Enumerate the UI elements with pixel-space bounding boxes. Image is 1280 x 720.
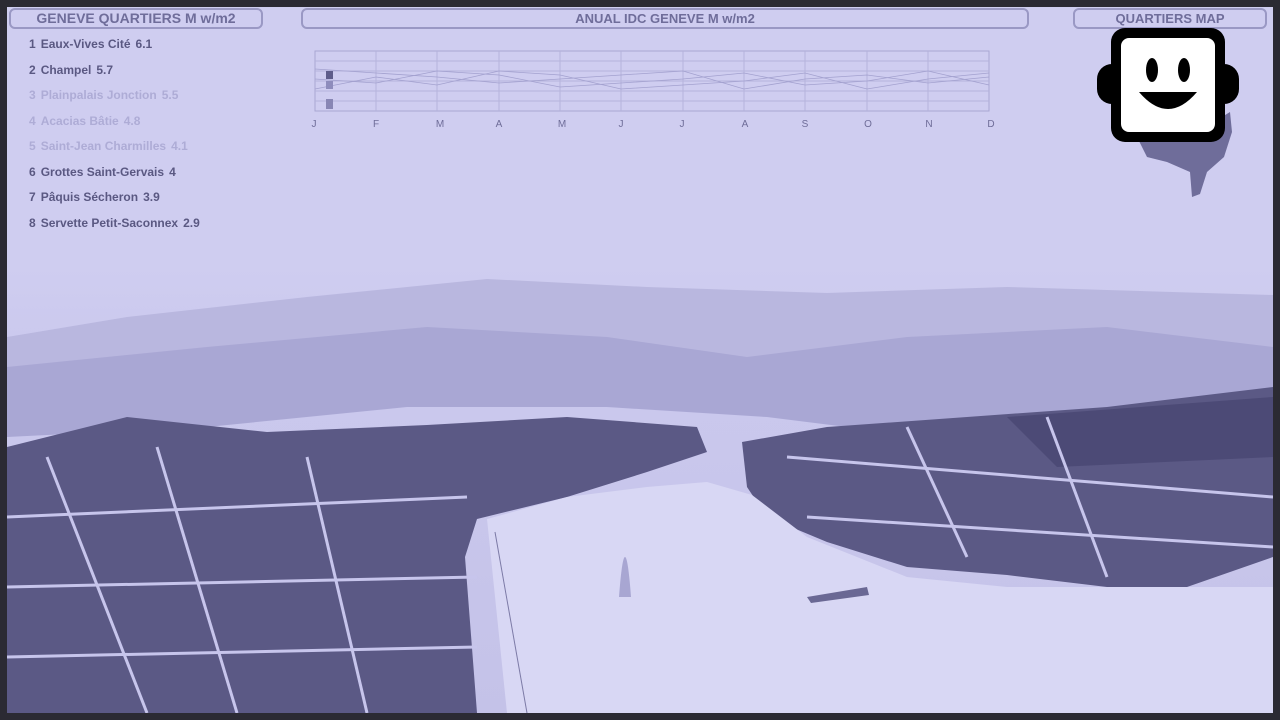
rank: 8 — [29, 215, 36, 230]
legend-swatch-3 — [326, 99, 333, 109]
month-label: N — [925, 119, 933, 130]
city-3d-view[interactable] — [7, 257, 1273, 713]
month-label: O — [864, 119, 872, 130]
rank: 1 — [29, 37, 36, 51]
month-label: A — [741, 119, 749, 130]
list-item[interactable]: 1 Eaux-Vives Cité 6.1 — [29, 37, 200, 63]
month-label: S — [801, 119, 809, 130]
quartier-name: Champel — [40, 62, 92, 77]
annual-idc-chart[interactable] — [307, 49, 997, 113]
quartier-value: 6.1 — [135, 37, 153, 51]
quartier-value: 5.5 — [161, 88, 179, 102]
month-label: J — [618, 119, 624, 130]
month-label: F — [372, 119, 380, 130]
month-axis: J F M A M J J A S O N D — [7, 119, 1273, 133]
list-item[interactable]: 6 Grottes Saint-Gervais 4 — [29, 165, 200, 191]
viewport: GENEVE QUARTIERS M w/m2 1 Eaux-Vives Cité… — [7, 7, 1273, 713]
month-label: M — [435, 119, 445, 130]
list-item[interactable]: 5 Saint-Jean Charmilles 4.1 — [29, 139, 200, 165]
list-item[interactable]: 3 Plainpalais Jonction 5.5 — [29, 88, 200, 114]
month-label: A — [495, 119, 503, 130]
quartier-name: Grottes Saint-Gervais — [40, 164, 165, 179]
annual-panel-title: ANUAL IDC GENEVE M w/m2 — [301, 8, 1029, 29]
list-item[interactable]: 8 Servette Petit-Saconnex 2.9 — [29, 216, 200, 242]
quartier-name: Plainpalais Jonction — [40, 88, 157, 102]
quartiers-panel-title: GENEVE QUARTIERS M w/m2 — [9, 8, 263, 29]
smiley-face-icon — [1097, 28, 1239, 142]
month-label: J — [679, 119, 685, 130]
quartier-name: Saint-Jean Charmilles — [40, 139, 167, 153]
quartier-value: 2.9 — [183, 215, 200, 230]
quartier-name: Servette Petit-Saconnex — [40, 215, 179, 230]
quartier-name: Pâquis Sécheron — [40, 190, 139, 204]
quartier-value: 4 — [169, 164, 176, 179]
list-item[interactable]: 7 Pâquis Sécheron 3.9 — [29, 190, 200, 216]
legend-swatch-1 — [326, 71, 333, 79]
month-label: J — [311, 119, 317, 130]
month-label: D — [987, 119, 995, 130]
quartier-value: 5.7 — [96, 62, 114, 77]
month-label: M — [557, 119, 567, 130]
rank: 2 — [29, 62, 36, 77]
quartier-value: 3.9 — [143, 190, 160, 204]
chart-series-lines — [314, 68, 990, 90]
rank: 5 — [29, 139, 36, 153]
legend-swatch-2 — [326, 81, 333, 89]
list-item[interactable]: 2 Champel 5.7 — [29, 63, 200, 89]
rank: 6 — [29, 164, 36, 179]
rank: 7 — [29, 190, 36, 204]
rank: 3 — [29, 88, 36, 102]
quartier-name: Eaux-Vives Cité — [40, 37, 131, 51]
quartiers-list: 1 Eaux-Vives Cité 6.1 2 Champel 5.7 3 Plainpa… — [29, 37, 200, 241]
quartier-value: 4.1 — [171, 139, 188, 153]
